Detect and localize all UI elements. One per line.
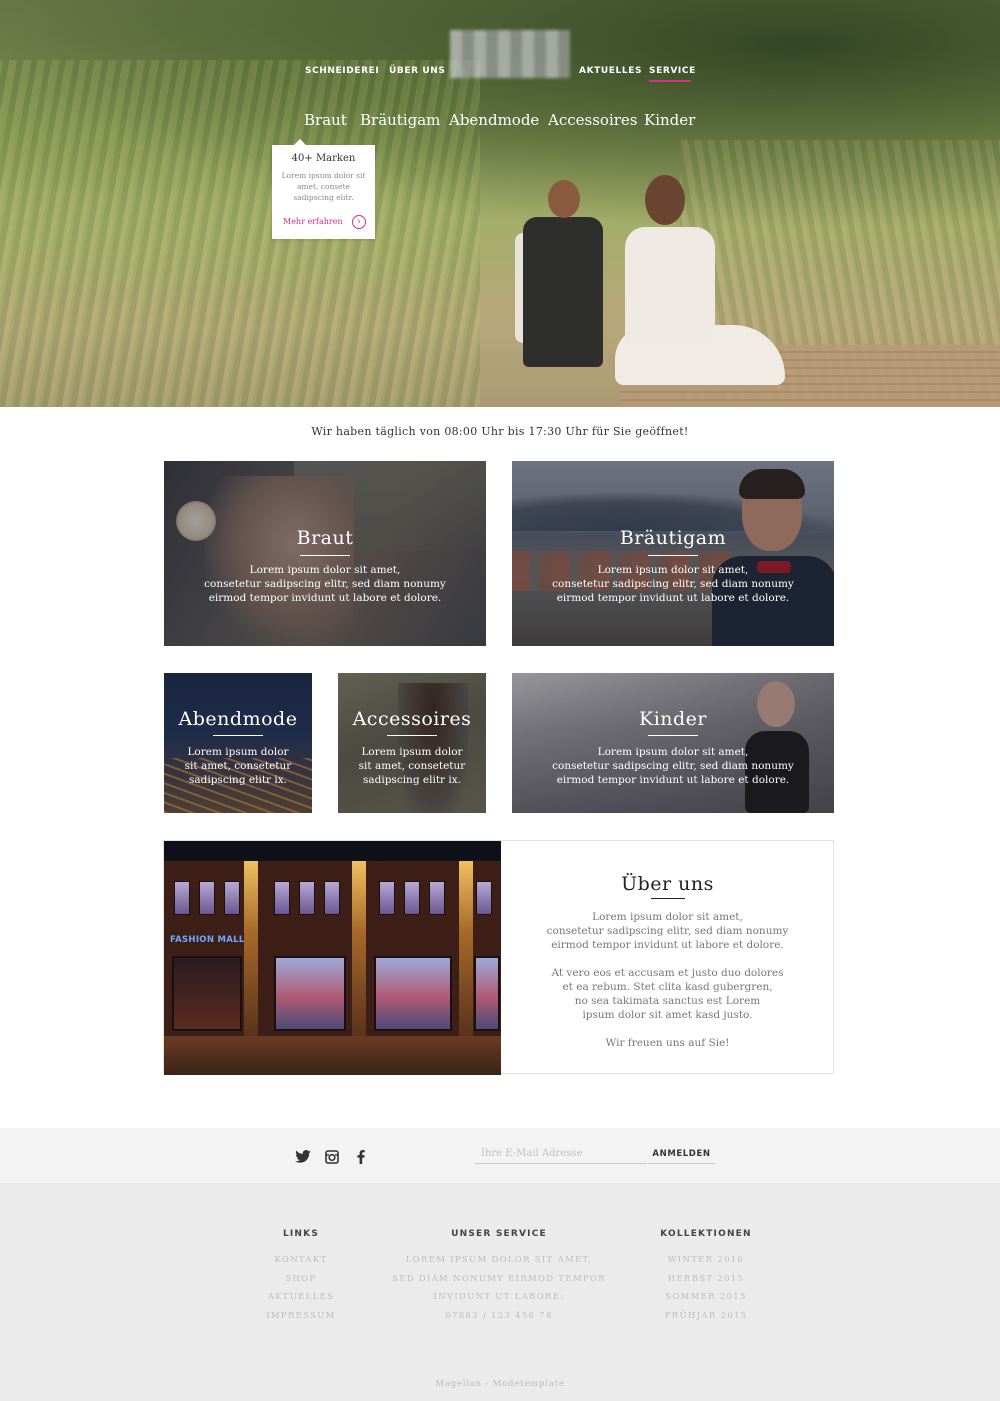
footer-copyright: Magellan - Modetemplate xyxy=(435,1379,565,1389)
category-tile-braeutigam[interactable]: Bräutigam Lorem ipsum dolor sit amet, con… xyxy=(512,461,834,646)
hero-groom-figure xyxy=(515,175,610,385)
nav-item-schneiderei[interactable]: SCHNEIDEREI xyxy=(305,66,379,76)
dropdown-title: 40+ Marken xyxy=(291,153,356,164)
nav-item-ueber-uns[interactable]: ÜBER UNS xyxy=(389,66,446,76)
about-paragraph-1: Lorem ipsum dolor sit amet, consetetur sa… xyxy=(546,911,789,951)
tile-divider xyxy=(648,555,698,556)
braut-dropdown-card: 40+ Marken Lorem ipsum dolor sit amet, c… xyxy=(272,139,375,239)
dropdown-text: Lorem ipsum dolor sit amet, consete sadi… xyxy=(281,171,366,202)
subnav-item-braut[interactable]: Braut xyxy=(304,111,347,129)
subnav-item-braeutigam[interactable]: Bräutigam xyxy=(360,111,440,129)
main-navigation: SCHNEIDEREI ÜBER UNS AKTUELLES SERVICE xyxy=(0,30,1000,82)
footer-phone-number: 07883 / 123 456 78 xyxy=(445,1310,553,1321)
footer-link-aktuelles[interactable]: AKTUELLES xyxy=(251,1288,351,1307)
tile-title: Bräutigam xyxy=(619,527,727,549)
footer-link-winter-2016[interactable]: WINTER 2016 xyxy=(646,1251,766,1270)
footer-heading: LINKS xyxy=(282,1229,320,1239)
nav-item-aktuelles[interactable]: AKTUELLES xyxy=(579,66,642,76)
chevron-right-circle-icon[interactable]: › xyxy=(352,215,366,229)
footer-heading: UNSER SERVICE xyxy=(451,1229,547,1239)
fashion-mall-sign: FASHION MALL xyxy=(170,935,245,945)
hero-bride-figure xyxy=(615,175,785,390)
tile-text: Lorem ipsum dolor sit amet, consetetur sa… xyxy=(204,564,446,604)
tile-divider xyxy=(300,555,350,556)
about-title: Über uns xyxy=(621,873,714,895)
tile-text: Lorem ipsum dolor sit amet, consetetur sa… xyxy=(552,564,794,604)
twitter-icon[interactable] xyxy=(295,1150,311,1164)
footer-link-herbst-2015[interactable]: HERBST 2015 xyxy=(646,1270,766,1289)
footer-service-line: LOREM IPSUM DOLOR SIT AMET, xyxy=(405,1255,593,1265)
footer-link-sommer-2015[interactable]: SOMMER 2015 xyxy=(646,1288,766,1307)
opening-hours-text: Wir haben täglich von 08:00 Uhr bis 17:3… xyxy=(311,425,689,438)
footer-heading: KOLLEKTIONEN xyxy=(660,1229,752,1239)
tile-divider xyxy=(648,735,698,736)
site-logo-blurred[interactable] xyxy=(450,30,570,78)
category-tile-accessoires[interactable]: Accessoires Lorem ipsum dolor sit amet, c… xyxy=(338,673,486,813)
tile-text: Lorem ipsum dolor sit amet, consetetur sa… xyxy=(552,746,794,786)
subnav-item-kinder[interactable]: Kinder xyxy=(644,111,695,129)
category-tile-kinder[interactable]: Kinder Lorem ipsum dolor sit amet, conset… xyxy=(512,673,834,813)
tile-divider xyxy=(387,735,437,736)
tile-title: Accessoires xyxy=(352,708,472,730)
footer-column-kollektionen: KOLLEKTIONEN WINTER 2016 HERBST 2015 SOM… xyxy=(646,1229,766,1325)
footer-link-kontakt[interactable]: KONTAKT xyxy=(251,1251,351,1270)
tile-title: Abendmode xyxy=(178,708,298,730)
tile-title: Braut xyxy=(296,527,354,549)
tile-text: Lorem ipsum dolor sit amet, consetetur sad… xyxy=(184,746,292,786)
subnav-item-accessoires[interactable]: Accessoires xyxy=(548,111,637,129)
footer-link-shop[interactable]: SHOP xyxy=(251,1270,351,1289)
facebook-icon[interactable] xyxy=(357,1150,365,1164)
nav-active-indicator xyxy=(649,80,691,82)
category-tile-braut[interactable]: Braut Lorem ipsum dolor sit amet, consete… xyxy=(164,461,486,646)
about-section: FASHION MALL Über uns Lorem ipsum dolor … xyxy=(163,840,834,1075)
footer-service-line: INVIDUNT UT LABORE: xyxy=(433,1292,565,1302)
nav-item-service[interactable]: SERVICE xyxy=(649,66,696,76)
newsletter-email-input[interactable] xyxy=(475,1144,647,1164)
service-subnavigation: Braut Bräutigam Abendmode Accessoires Ki… xyxy=(0,111,1000,133)
footer-link-impressum[interactable]: IMPRESSUM xyxy=(251,1307,351,1326)
footer-column-service: UNSER SERVICE LOREM IPSUM DOLOR SIT AMET… xyxy=(389,1229,609,1325)
about-divider xyxy=(651,898,685,899)
footer-link-fruehjar-2015[interactable]: FRÜHJAR 2015 xyxy=(646,1307,766,1326)
about-paragraph-2: At vero eos et accusam et justo duo dolo… xyxy=(551,967,784,1021)
instagram-icon[interactable] xyxy=(325,1150,339,1164)
subnav-item-abendmode[interactable]: Abendmode xyxy=(449,111,539,129)
newsletter-bar: ANMELDEN xyxy=(0,1128,1000,1183)
site-footer: LINKS KONTAKT SHOP AKTUELLES IMPRESSUM U… xyxy=(0,1183,1000,1401)
about-paragraph-3: Wir freuen uns auf Sie! xyxy=(605,1037,730,1049)
hero-banner: SCHNEIDEREI ÜBER UNS AKTUELLES SERVICE B… xyxy=(0,0,1000,407)
tile-divider xyxy=(213,735,263,736)
category-tile-abendmode[interactable]: Abendmode Lorem ipsum dolor sit amet, con… xyxy=(164,673,312,813)
fashion-mall-photo: FASHION MALL xyxy=(164,841,501,1075)
subscribe-button[interactable]: ANMELDEN xyxy=(648,1144,715,1164)
footer-service-line: SED DIAM NONUMY EIRMOD TEMPOR xyxy=(392,1273,606,1284)
tile-text: Lorem ipsum dolor sit amet, consetetur sad… xyxy=(358,746,466,786)
mehr-erfahren-link[interactable]: Mehr erfahren xyxy=(283,217,343,226)
footer-column-links: LINKS KONTAKT SHOP AKTUELLES IMPRESSUM xyxy=(251,1229,351,1325)
tile-title: Kinder xyxy=(639,708,707,730)
